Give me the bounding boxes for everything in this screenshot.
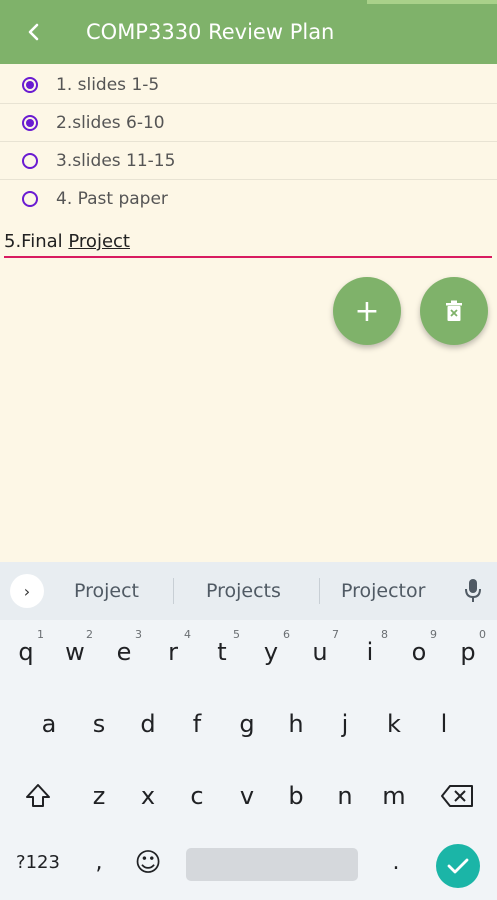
key-l[interactable]: l (424, 710, 464, 738)
microphone-icon[interactable] (463, 578, 483, 604)
plus-icon: + (354, 293, 380, 329)
divider (173, 578, 174, 604)
key-hint: 6 (283, 628, 290, 641)
key-x[interactable]: x (128, 782, 168, 810)
app-bar-accent (367, 0, 497, 4)
expand-toolbar-button[interactable]: › (10, 574, 44, 608)
checkmark-icon (447, 858, 469, 874)
key-u[interactable]: u (300, 638, 340, 666)
app-bar: COMP3330 Review Plan (0, 0, 497, 64)
key-c[interactable]: c (177, 782, 217, 810)
list-item[interactable]: 4. Past paper (0, 180, 497, 218)
key-q[interactable]: q (6, 638, 46, 666)
symbols-key[interactable]: ?123 (8, 852, 68, 873)
key-b[interactable]: b (276, 782, 316, 810)
suggestion[interactable]: Projects (206, 580, 281, 602)
key-hint: 7 (332, 628, 339, 641)
key-hint: 2 (86, 628, 93, 641)
key-hint: 8 (381, 628, 388, 641)
todo-list: 1. slides 1-5 2.slides 6-10 3.slides 11-… (0, 66, 497, 218)
list-item[interactable]: 3.slides 11-15 (0, 142, 497, 180)
key-d[interactable]: d (128, 710, 168, 738)
radio-unchecked[interactable] (22, 152, 38, 169)
chevron-left-icon (28, 23, 39, 41)
key-n[interactable]: n (325, 782, 365, 810)
key-i[interactable]: i (350, 638, 390, 666)
key-v[interactable]: v (227, 782, 267, 810)
key-e[interactable]: e (104, 638, 144, 666)
radio-unchecked[interactable] (22, 191, 38, 207)
key-g[interactable]: g (227, 710, 267, 738)
key-z[interactable]: z (79, 782, 119, 810)
key-hint: 9 (430, 628, 437, 641)
key-hint: 1 (37, 628, 44, 641)
list-item[interactable]: 2.slides 6-10 (0, 104, 497, 142)
back-button[interactable] (18, 16, 50, 48)
soft-keyboard: › Project Projects Projector q w e r t y… (0, 562, 497, 900)
key-hint: 3 (135, 628, 142, 641)
new-item-input[interactable]: 5.Final Project (4, 228, 492, 258)
suggestion[interactable]: Project (74, 580, 139, 602)
list-item[interactable]: 1. slides 1-5 (0, 66, 497, 104)
item-label: 4. Past paper (56, 189, 168, 209)
enter-button[interactable] (436, 844, 480, 888)
key-o[interactable]: o (399, 638, 439, 666)
key-a[interactable]: a (29, 710, 69, 738)
suggestion[interactable]: Projector (341, 580, 425, 602)
key-k[interactable]: k (374, 710, 414, 738)
chevron-right-icon: › (23, 581, 31, 601)
key-j[interactable]: j (325, 710, 365, 738)
space-bar[interactable] (186, 848, 358, 881)
key-m[interactable]: m (374, 782, 414, 810)
key-r[interactable]: r (153, 638, 193, 666)
key-t[interactable]: t (202, 638, 242, 666)
key-w[interactable]: w (55, 638, 95, 666)
key-y[interactable]: y (251, 638, 291, 666)
item-label: 2.slides 6-10 (56, 112, 165, 133)
item-label: 1. slides 1-5 (56, 74, 160, 95)
shift-icon[interactable] (24, 782, 52, 810)
key-p[interactable]: p (448, 638, 488, 666)
composing-text: Project (68, 231, 130, 252)
delete-button[interactable] (420, 277, 488, 345)
radio-checked[interactable] (22, 76, 38, 93)
radio-checked[interactable] (22, 114, 38, 131)
item-label: 3.slides 11-15 (56, 150, 176, 171)
comma-key[interactable]: , (79, 850, 119, 875)
key-hint: 5 (233, 628, 240, 641)
add-button[interactable]: + (333, 277, 401, 345)
key-h[interactable]: h (276, 710, 316, 738)
backspace-icon[interactable] (440, 784, 474, 808)
key-f[interactable]: f (177, 710, 217, 738)
suggestion-bar: › Project Projects Projector (0, 562, 497, 620)
new-item-text: 5.Final (4, 231, 69, 252)
key-s[interactable]: s (79, 710, 119, 738)
period-key[interactable]: . (376, 850, 416, 875)
page-title: COMP3330 Review Plan (86, 20, 335, 44)
emoji-icon[interactable]: ☺ (128, 848, 168, 878)
delete-icon (446, 300, 462, 321)
key-hint: 0 (479, 628, 486, 641)
divider (319, 578, 320, 604)
key-hint: 4 (184, 628, 191, 641)
